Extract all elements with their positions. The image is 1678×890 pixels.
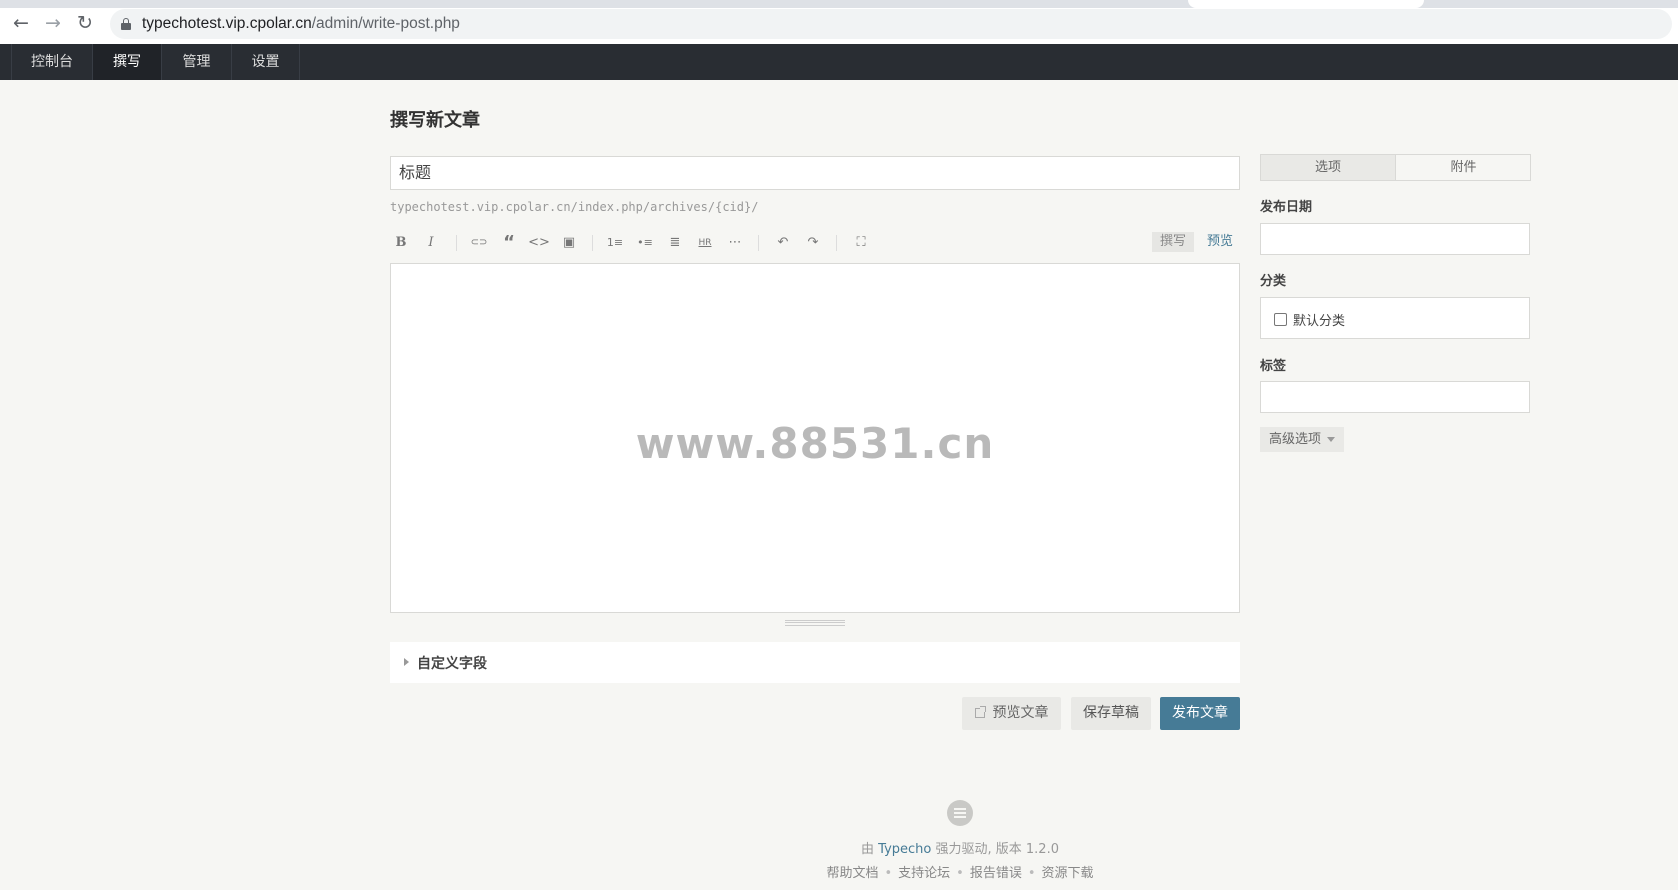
nav-item-settings[interactable]: 设置 — [232, 44, 300, 80]
heading-icon[interactable]: ≣ — [664, 232, 686, 254]
markdown-editor[interactable]: www.88531.cn — [390, 263, 1240, 613]
lock-icon — [121, 18, 131, 30]
publish-button[interactable]: 发布文章 — [1160, 697, 1240, 730]
caret-down-icon — [1327, 437, 1335, 442]
footer-powered-by: 由 Typecho 强力驱动, 版本 1.2.0 — [861, 842, 1059, 857]
save-draft-button[interactable]: 保存草稿 — [1071, 697, 1151, 730]
nav-item-write[interactable]: 撰写 — [93, 44, 162, 80]
active-browser-tab[interactable] — [1188, 0, 1424, 8]
nav-item-manage[interactable]: 管理 — [162, 44, 232, 80]
permalink-preview: typechotest.vip.cpolar.cn/index.php/arch… — [390, 200, 759, 214]
unordered-list-icon[interactable]: •≡ — [634, 232, 656, 254]
typecho-link[interactable]: Typecho — [878, 842, 931, 857]
preview-post-button[interactable]: 预览文章 — [962, 697, 1061, 730]
url-text: typechotest.vip.cpolar.cn/admin/write-po… — [142, 15, 460, 32]
address-bar[interactable]: typechotest.vip.cpolar.cn/admin/write-po… — [110, 9, 1672, 39]
footer-links: 帮助文档 • 支持论坛 • 报告错误 • 资源下载 — [826, 866, 1094, 881]
custom-fields-label: 自定义字段 — [417, 656, 487, 672]
default-category-label[interactable]: 默认分类 — [1293, 310, 1345, 329]
undo-icon[interactable]: ↶ — [772, 232, 794, 254]
mode-preview-tab[interactable]: 预览 — [1202, 232, 1238, 252]
ordered-list-icon[interactable]: 1≡ — [604, 232, 626, 254]
forward-arrow-icon[interactable]: → — [43, 13, 63, 33]
sidebar-tabs: 选项 附件 — [1260, 154, 1531, 181]
mode-write-tab[interactable]: 撰写 — [1152, 232, 1194, 252]
caret-right-icon — [404, 658, 409, 666]
custom-fields-toggle[interactable]: 自定义字段 — [390, 642, 1240, 683]
typecho-logo-icon — [947, 800, 973, 826]
reload-icon[interactable]: ↻ — [75, 13, 95, 33]
admin-nav-bar: 控制台 撰写 管理 设置 — [0, 44, 1678, 80]
watermark-text: www.88531.cn — [635, 419, 995, 468]
downloads-link[interactable]: 资源下载 — [1042, 866, 1094, 881]
link-icon[interactable]: ⊂⊃ — [468, 232, 490, 254]
report-bug-link[interactable]: 报告错误 — [970, 866, 1022, 881]
browser-toolbar: ← → ↻ typechotest.vip.cpolar.cn/admin/wr… — [0, 0, 1678, 44]
tab-strip — [0, 0, 1678, 8]
nav-item-dashboard[interactable]: 控制台 — [12, 44, 93, 80]
tab-attachments[interactable]: 附件 — [1396, 155, 1531, 180]
tags-input[interactable] — [1260, 381, 1530, 413]
fullscreen-icon[interactable]: ⛶ — [850, 232, 872, 254]
editor-toolbar: B I ⊂⊃ “ <> ▣ 1≡ •≡ ≣ HR ⋯ ↶ ↷ ⛶ 撰写 预览 — [390, 232, 1240, 254]
editor-resize-handle[interactable] — [785, 620, 845, 626]
tab-options[interactable]: 选项 — [1261, 155, 1396, 180]
page-title: 撰写新文章 — [390, 110, 480, 131]
horizontal-rule-icon[interactable]: HR — [694, 232, 716, 254]
bold-icon[interactable]: B — [390, 232, 412, 254]
external-link-icon — [974, 706, 986, 718]
more-separator-icon[interactable]: ⋯ — [724, 232, 746, 254]
quote-icon[interactable]: “ — [498, 232, 520, 254]
default-category-checkbox[interactable] — [1274, 313, 1287, 326]
post-title-input[interactable]: 标题 — [390, 156, 1240, 190]
support-forum-link[interactable]: 支持论坛 — [898, 866, 950, 881]
italic-icon[interactable]: I — [420, 232, 442, 254]
publish-date-input[interactable] — [1260, 223, 1530, 255]
image-icon[interactable]: ▣ — [558, 232, 580, 254]
category-label: 分类 — [1260, 274, 1287, 289]
category-list: 默认分类 — [1260, 297, 1530, 339]
tags-label: 标签 — [1260, 359, 1287, 374]
publish-date-label: 发布日期 — [1260, 200, 1313, 215]
code-icon[interactable]: <> — [528, 232, 550, 254]
advanced-options-button[interactable]: 高级选项 — [1260, 427, 1344, 452]
back-arrow-icon[interactable]: ← — [11, 13, 31, 33]
redo-icon[interactable]: ↷ — [802, 232, 824, 254]
help-docs-link[interactable]: 帮助文档 — [826, 866, 878, 881]
